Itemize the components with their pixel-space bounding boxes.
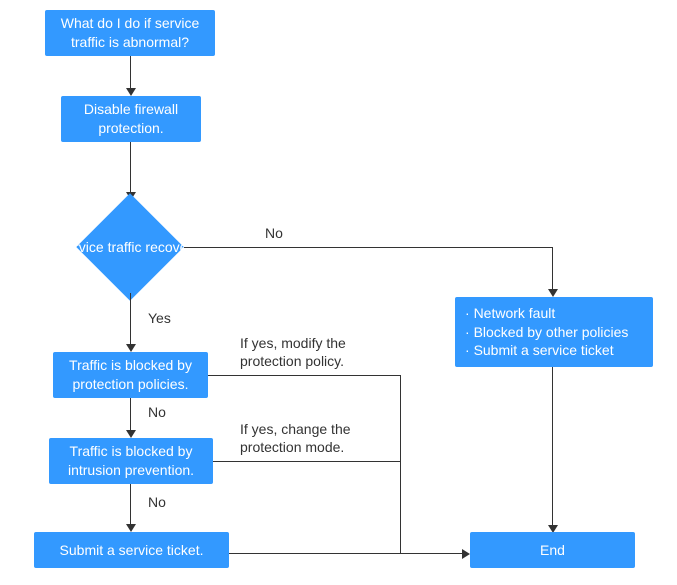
blocked-policies-label: Traffic is blocked by protection policie… <box>63 356 198 394</box>
arrow-icon <box>126 524 136 532</box>
arrow-icon <box>548 289 558 297</box>
edge-no-label: No <box>148 494 166 510</box>
submit-ticket-node: Submit a service ticket. <box>34 532 229 568</box>
flowchart: What do I do if service traffic is abnor… <box>0 0 677 585</box>
edge-change-label: If yes, change the protection mode. <box>240 420 390 456</box>
blocked-ips-label: Traffic is blocked by intrusion preventi… <box>59 442 203 480</box>
disable-firewall-node: Disable firewall protection. <box>61 96 201 142</box>
edge-no-label: No <box>148 404 166 420</box>
arrow-icon <box>126 430 136 438</box>
side-list-item: Submit a service ticket <box>465 341 628 360</box>
blocked-policies-node: Traffic is blocked by protection policie… <box>53 352 208 398</box>
end-label: End <box>540 541 565 560</box>
arrow-icon <box>126 344 136 352</box>
arrow-icon <box>462 549 470 559</box>
side-list-item: Blocked by other policies <box>465 323 628 342</box>
decision-node: Service traffic recovers. <box>76 193 183 300</box>
blocked-ips-node: Traffic is blocked by intrusion preventi… <box>49 438 213 484</box>
submit-ticket-label: Submit a service ticket. <box>60 541 204 560</box>
edge-modify-label: If yes, modify the protection policy. <box>240 334 390 370</box>
edge-yes-label: Yes <box>148 310 171 326</box>
end-node: End <box>470 532 635 568</box>
side-list: Network fault Blocked by other policies … <box>465 304 628 361</box>
arrow-icon <box>126 88 136 96</box>
side-list-node: Network fault Blocked by other policies … <box>455 297 653 367</box>
side-list-item: Network fault <box>465 304 628 323</box>
start-node: What do I do if service traffic is abnor… <box>45 10 215 56</box>
decision-label: Service traffic recovers. <box>57 239 203 255</box>
start-label: What do I do if service traffic is abnor… <box>55 14 205 52</box>
edge-no-label: No <box>265 225 283 241</box>
disable-label: Disable firewall protection. <box>71 100 191 138</box>
